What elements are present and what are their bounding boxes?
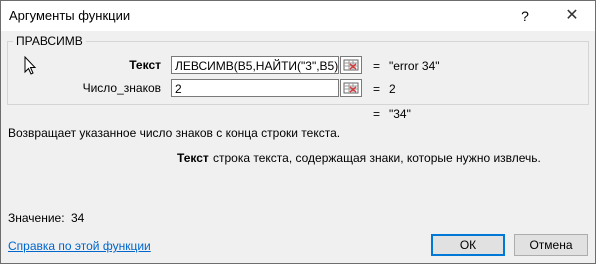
arg-result-text: "error 34" xyxy=(389,59,440,73)
formula-equals: = xyxy=(373,107,381,121)
arg-label-num-chars: Число_знаков xyxy=(82,81,161,95)
function-description: Возвращает указанное число знаков с конц… xyxy=(8,126,341,140)
title-bar: Аргументы функции ? ✕ xyxy=(1,1,595,31)
formula-result: "34" xyxy=(389,107,411,121)
arg-input-num-chars[interactable]: 2 xyxy=(171,79,339,97)
range-select-icon xyxy=(343,59,359,71)
arg-label-text: Текст xyxy=(129,58,161,72)
help-button[interactable]: ? xyxy=(513,4,537,28)
close-button[interactable]: ✕ xyxy=(559,4,585,28)
arg-help-name: Текст xyxy=(177,151,209,165)
range-select-icon xyxy=(343,82,359,94)
arg-help-text: строка текста, содержащая знаки, которые… xyxy=(213,151,541,165)
arg-equals-text: = xyxy=(373,59,381,73)
arg-equals-num-chars: = xyxy=(373,82,381,96)
value-result: 34 xyxy=(71,211,85,225)
collapse-dialog-button-num-chars[interactable] xyxy=(340,79,362,97)
collapse-dialog-button-text[interactable] xyxy=(340,56,362,74)
cancel-button[interactable]: Отмена xyxy=(514,234,588,256)
ok-button[interactable]: ОК xyxy=(431,234,505,256)
function-help-link[interactable]: Справка по этой функции xyxy=(8,239,151,253)
mouse-cursor-icon xyxy=(24,56,37,75)
arg-result-num-chars: 2 xyxy=(389,82,396,96)
dialog-title: Аргументы функции xyxy=(9,8,131,23)
arg-input-text[interactable]: ЛЕВСИМВ(B5,НАЙТИ("3",B5)+1) xyxy=(171,56,339,74)
value-label: Значение: xyxy=(8,211,65,225)
function-arguments-dialog: Аргументы функции ? ✕ ПРАВСИМВ Текст ЛЕВ… xyxy=(0,0,596,264)
function-name: ПРАВСИМВ xyxy=(13,34,86,48)
